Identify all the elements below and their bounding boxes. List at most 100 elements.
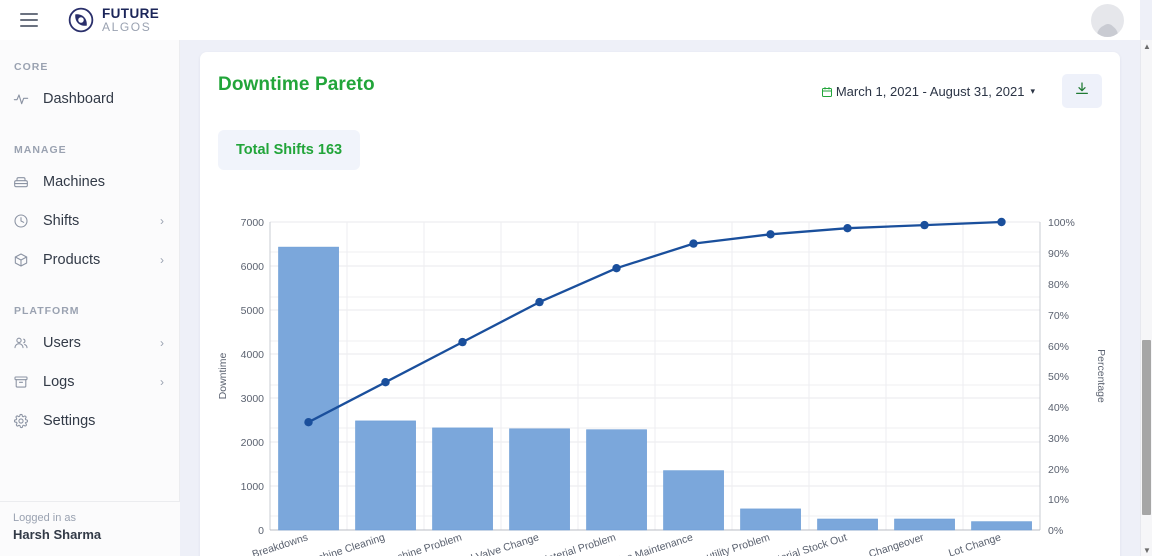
chevron-right-icon: › [160,336,164,350]
vertical-scrollbar[interactable]: ▲ ▼ [1140,40,1152,556]
sidebar-item-settings[interactable]: Settings [0,406,179,436]
sidebar-item-label: Settings [43,413,96,429]
sidebar-section-manage: MANAGE [14,144,67,156]
sidebar-section-core: CORE [14,61,49,73]
date-range-picker[interactable]: March 1, 2021 - August 31, 2021 ▾ [821,84,1035,99]
y-axis-left-ticks: 7000 6000 5000 4000 3000 2000 1000 0 [241,217,265,537]
scrollbar-thumb[interactable] [1142,340,1151,515]
logged-in-footer: Logged in as Harsh Sharma [0,501,180,556]
bar-3 [509,428,570,531]
avatar[interactable] [1091,4,1124,37]
main-content: Downtime Pareto March 1, 2021 - August 3… [180,40,1140,556]
archive-icon [13,374,29,390]
x-tick-1: Machine Cleaning [303,531,387,556]
sidebar-section-platform: PLATFORM [14,305,80,317]
svg-text:4000: 4000 [241,349,265,361]
future-algos-logo-icon [68,7,94,33]
svg-text:40%: 40% [1048,402,1069,414]
chevron-down-icon: ▾ [1030,86,1035,96]
svg-text:0: 0 [258,525,264,537]
point-0 [304,418,313,427]
download-icon [1074,81,1090,102]
point-1 [381,378,390,387]
chevron-right-icon: › [160,214,164,228]
machine-icon [13,174,29,190]
users-icon [13,335,29,351]
top-bar: FUTURE ALGOS [0,0,1140,40]
x-tick-9: Lot Change [947,531,1002,556]
x-axis-ticks: Breakdowns Machine Cleaning Minor Stoppa… [251,531,1003,556]
sidebar-item-label: Users [43,335,81,351]
sidebar-item-label: Products [43,252,101,268]
logged-in-username: Harsh Sharma [13,527,102,542]
sidebar-item-shifts[interactable]: Shifts › [0,206,179,236]
svg-text:0%: 0% [1048,525,1063,537]
bar-0 [278,246,339,531]
scroll-up-arrow-icon[interactable]: ▲ [1141,40,1152,52]
y-axis-right-title: Percentage [1095,349,1107,403]
y-axis-right-ticks: 100% 90% 80% 70% 60% 50% 40% 30% 20% 10%… [1048,217,1075,537]
point-9 [997,217,1006,227]
point-3 [535,297,544,307]
point-4 [612,264,621,273]
date-range-label: March 1, 2021 - August 31, 2021 [835,84,1025,99]
point-2 [458,337,467,347]
bar-5 [663,470,724,531]
pareto-chart-svg: 7000 6000 5000 4000 3000 2000 1000 0 Dow… [217,217,1107,556]
svg-text:7000: 7000 [241,217,265,229]
svg-text:50%: 50% [1048,371,1069,383]
sidebar-item-label: Dashboard [43,91,114,107]
clock-icon [13,213,29,229]
svg-text:6000: 6000 [241,261,265,273]
x-tick-8: Changeover [867,531,926,556]
svg-text:100%: 100% [1048,217,1075,229]
svg-text:70%: 70% [1048,310,1069,322]
svg-text:90%: 90% [1048,248,1069,260]
hamburger-icon[interactable] [20,13,38,27]
chevron-right-icon: › [160,253,164,267]
svg-text:1000: 1000 [241,481,265,493]
bar-7 [817,518,878,531]
bar-9 [971,521,1032,531]
logged-in-label: Logged in as [13,512,76,524]
downtime-pareto-card: Downtime Pareto March 1, 2021 - August 3… [200,52,1120,556]
bar-2 [432,427,493,531]
point-5 [689,239,698,248]
sidebar-item-products[interactable]: Products › [0,245,179,275]
gear-icon [13,413,29,429]
y-axis-left-title: Downtime [217,353,229,400]
activity-pulse-icon [13,91,29,107]
download-button[interactable] [1062,74,1102,108]
total-shifts-chip[interactable]: Total Shifts 163 [218,130,361,170]
sidebar-item-label: Machines [43,174,106,190]
chevron-right-icon: › [160,375,164,389]
scroll-down-arrow-icon[interactable]: ▼ [1141,544,1152,556]
card-header: Downtime Pareto March 1, 2021 - August 3… [200,52,1120,108]
svg-text:60%: 60% [1048,341,1069,353]
sidebar-item-dashboard[interactable]: Dashboard [0,84,179,114]
sidebar-item-users[interactable]: Users › [0,328,179,358]
bar-8 [894,518,955,531]
sidebar-item-machines[interactable]: Machines [0,167,179,197]
calendar-icon [821,86,833,98]
brand-name-primary: FUTURE [102,5,160,21]
sidebar-item-label: Logs [43,374,75,390]
svg-text:3000: 3000 [241,393,265,405]
svg-text:2000: 2000 [241,437,265,449]
svg-text:20%: 20% [1048,464,1069,476]
svg-text:5000: 5000 [241,305,265,317]
svg-text:80%: 80% [1048,279,1069,291]
pareto-chart: 7000 6000 5000 4000 3000 2000 1000 0 Dow… [200,180,1120,556]
sidebar-item-logs[interactable]: Logs › [0,367,179,397]
x-tick-7: Material Stock Out [763,531,849,556]
sidebar: CORE Dashboard MANAGE Machines Shifts › … [0,40,180,556]
point-8 [920,220,929,230]
avatar-body-icon [1097,25,1118,37]
brand-logo[interactable]: FUTURE ALGOS [68,5,160,33]
bar-4 [586,429,647,531]
app-root: FUTURE ALGOS CORE Dashboard MANAGE Machi… [0,0,1152,556]
point-6 [766,230,775,239]
svg-text:10%: 10% [1048,494,1069,506]
bar-6 [740,508,801,531]
page-title: Downtime Pareto [218,74,375,95]
